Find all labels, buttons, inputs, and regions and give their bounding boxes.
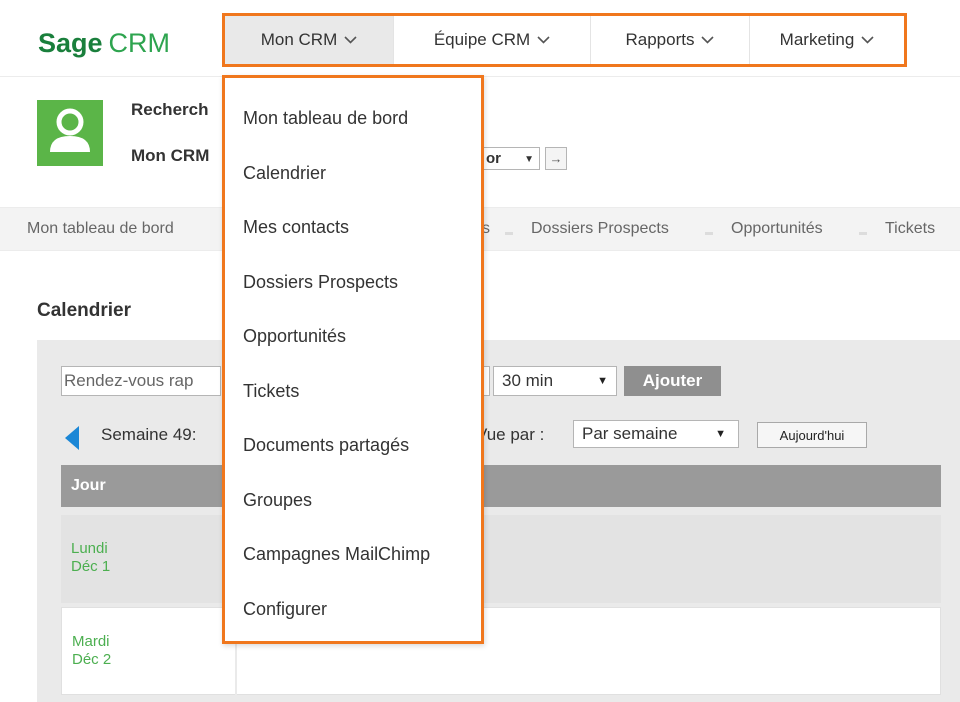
subnav-separator <box>859 232 867 235</box>
chevron-down-icon <box>344 36 357 44</box>
menu-item-opportunites[interactable]: Opportunités <box>243 326 346 347</box>
nav-marketing-label: Marketing <box>779 30 855 49</box>
subnav-separator <box>505 232 513 235</box>
subnav-opportunites[interactable]: Opportunités <box>731 220 823 238</box>
arrow-right-icon: → <box>549 151 563 166</box>
subnav-separator <box>705 232 713 235</box>
day-cell[interactable]: Lundi Déc 1 <box>71 540 110 576</box>
week-label: Semaine 49: <box>101 425 197 444</box>
context-select-value: or <box>486 150 501 167</box>
menu-item-configurer[interactable]: Configurer <box>243 599 327 620</box>
day-date: Déc 1 <box>71 558 111 575</box>
day-name: Mardi <box>72 633 110 650</box>
menu-item-tableau-de-bord[interactable]: Mon tableau de bord <box>243 108 408 129</box>
nav-marketing[interactable]: Marketing <box>750 16 904 64</box>
add-button[interactable]: Ajouter <box>624 366 721 396</box>
recent-search-label: Recherch <box>131 100 209 119</box>
table-row[interactable]: Mardi Déc 2 <box>61 607 941 695</box>
caret-down-icon: ▼ <box>524 154 534 165</box>
menu-item-calendrier[interactable]: Calendrier <box>243 163 326 184</box>
menu-item-campagnes-mailchimp[interactable]: Campagnes MailChimp <box>243 544 430 565</box>
duration-select[interactable]: 30 min ▼ <box>493 366 617 396</box>
logo-sage-text: Sage <box>38 28 103 58</box>
caret-down-icon: ▼ <box>715 428 726 440</box>
subnav-tableau-de-bord[interactable]: Mon tableau de bord <box>27 220 174 238</box>
previous-week-icon[interactable] <box>65 426 79 450</box>
go-button[interactable]: → <box>545 147 567 170</box>
nav-mon-crm-label: Mon CRM <box>260 30 338 49</box>
duration-select-value: 30 min <box>502 371 554 390</box>
view-by-label: Vue par : <box>476 425 545 444</box>
my-crm-label: Mon CRM <box>131 146 210 165</box>
logo-crm-text: CRM <box>108 28 171 58</box>
menu-item-documents-partages[interactable]: Documents partagés <box>243 435 409 456</box>
menu-item-mes-contacts[interactable]: Mes contacts <box>243 217 349 238</box>
nav-equipe-crm-label: Équipe CRM <box>433 30 531 49</box>
day-date: Déc 2 <box>72 651 112 668</box>
today-button[interactable]: Aujourd'hui <box>757 422 867 448</box>
view-select-value: Par semaine <box>582 424 678 443</box>
menu-item-groupes[interactable]: Groupes <box>243 490 312 511</box>
nav-rapports[interactable]: Rapports <box>591 16 750 64</box>
nav-equipe-crm[interactable]: Équipe CRM <box>394 16 591 64</box>
nav-mon-crm[interactable]: Mon CRM <box>225 16 394 64</box>
chevron-down-icon <box>537 36 550 44</box>
calendar-table-header: Jour <box>61 465 941 507</box>
page-title: Calendrier <box>37 300 131 321</box>
mon-crm-dropdown-menu: Mon tableau de bord Calendrier Mes conta… <box>222 75 484 644</box>
main-navigation: Mon CRM Équipe CRM Rapports Marketing <box>222 13 907 67</box>
nav-rapports-label: Rapports <box>625 30 695 49</box>
appointment-input[interactable]: Rendez-vous rap <box>61 366 221 396</box>
chevron-down-icon <box>861 36 874 44</box>
day-cell[interactable]: Mardi Déc 2 <box>72 633 111 669</box>
table-row[interactable]: Lundi Déc 1 <box>61 515 941 603</box>
chevron-down-icon <box>701 36 715 44</box>
day-name: Lundi <box>71 540 108 557</box>
view-select[interactable]: Par semaine ▼ <box>573 420 739 448</box>
column-header-jour: Jour <box>71 477 106 494</box>
menu-item-tickets[interactable]: Tickets <box>243 381 299 402</box>
sage-crm-logo[interactable]: Sage CRM <box>38 24 170 62</box>
user-avatar[interactable] <box>37 100 103 166</box>
user-icon <box>50 108 90 152</box>
subnav-dossiers-prospects[interactable]: Dossiers Prospects <box>531 220 669 238</box>
caret-down-icon: ▼ <box>597 375 608 387</box>
menu-item-dossiers-prospects[interactable]: Dossiers Prospects <box>243 272 398 293</box>
subnav-tickets[interactable]: Tickets <box>885 220 935 238</box>
